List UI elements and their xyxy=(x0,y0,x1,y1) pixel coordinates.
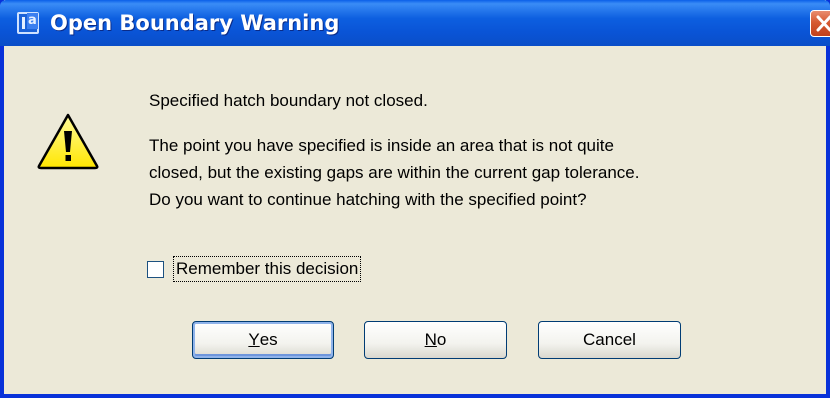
message-line-2: closed, but the existing gaps are within… xyxy=(149,163,640,182)
window-title: Open Boundary Warning xyxy=(50,11,340,35)
no-mnemonic: N xyxy=(424,330,437,349)
message-line-1: The point you have specified is inside a… xyxy=(149,136,614,155)
yes-label-rest: es xyxy=(259,330,278,349)
app-icon xyxy=(17,12,39,34)
yes-mnemonic: Y xyxy=(248,330,260,349)
message-line-3: Do you want to continue hatching with th… xyxy=(149,190,587,209)
dialog-window: Open Boundary Warning Specified hatch bo… xyxy=(0,0,830,398)
no-label-rest: o xyxy=(436,330,447,349)
close-button[interactable] xyxy=(810,10,830,37)
close-icon xyxy=(816,15,830,32)
remember-decision-checkbox[interactable] xyxy=(147,261,164,278)
message-heading: Specified hatch boundary not closed. xyxy=(149,91,428,110)
no-button[interactable]: No xyxy=(364,321,507,359)
yes-button[interactable]: Yes xyxy=(192,321,334,359)
title-bar[interactable]: Open Boundary Warning xyxy=(0,0,830,46)
remember-decision-label[interactable]: Remember this decision xyxy=(172,256,362,282)
warning-icon xyxy=(37,113,99,170)
cancel-button[interactable]: Cancel xyxy=(538,321,681,359)
cancel-label: Cancel xyxy=(583,330,636,349)
